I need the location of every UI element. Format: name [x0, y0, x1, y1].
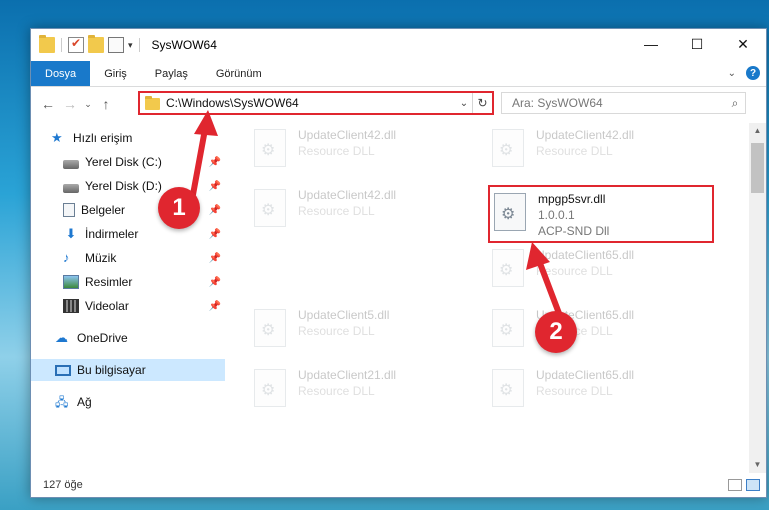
step-2-badge: 2: [535, 311, 577, 353]
step-1-badge: 1: [158, 187, 200, 229]
arrow-to-address-bar: [189, 110, 218, 203]
arrow-to-file: [526, 242, 563, 319]
annotation-arrows: [189, 110, 563, 319]
